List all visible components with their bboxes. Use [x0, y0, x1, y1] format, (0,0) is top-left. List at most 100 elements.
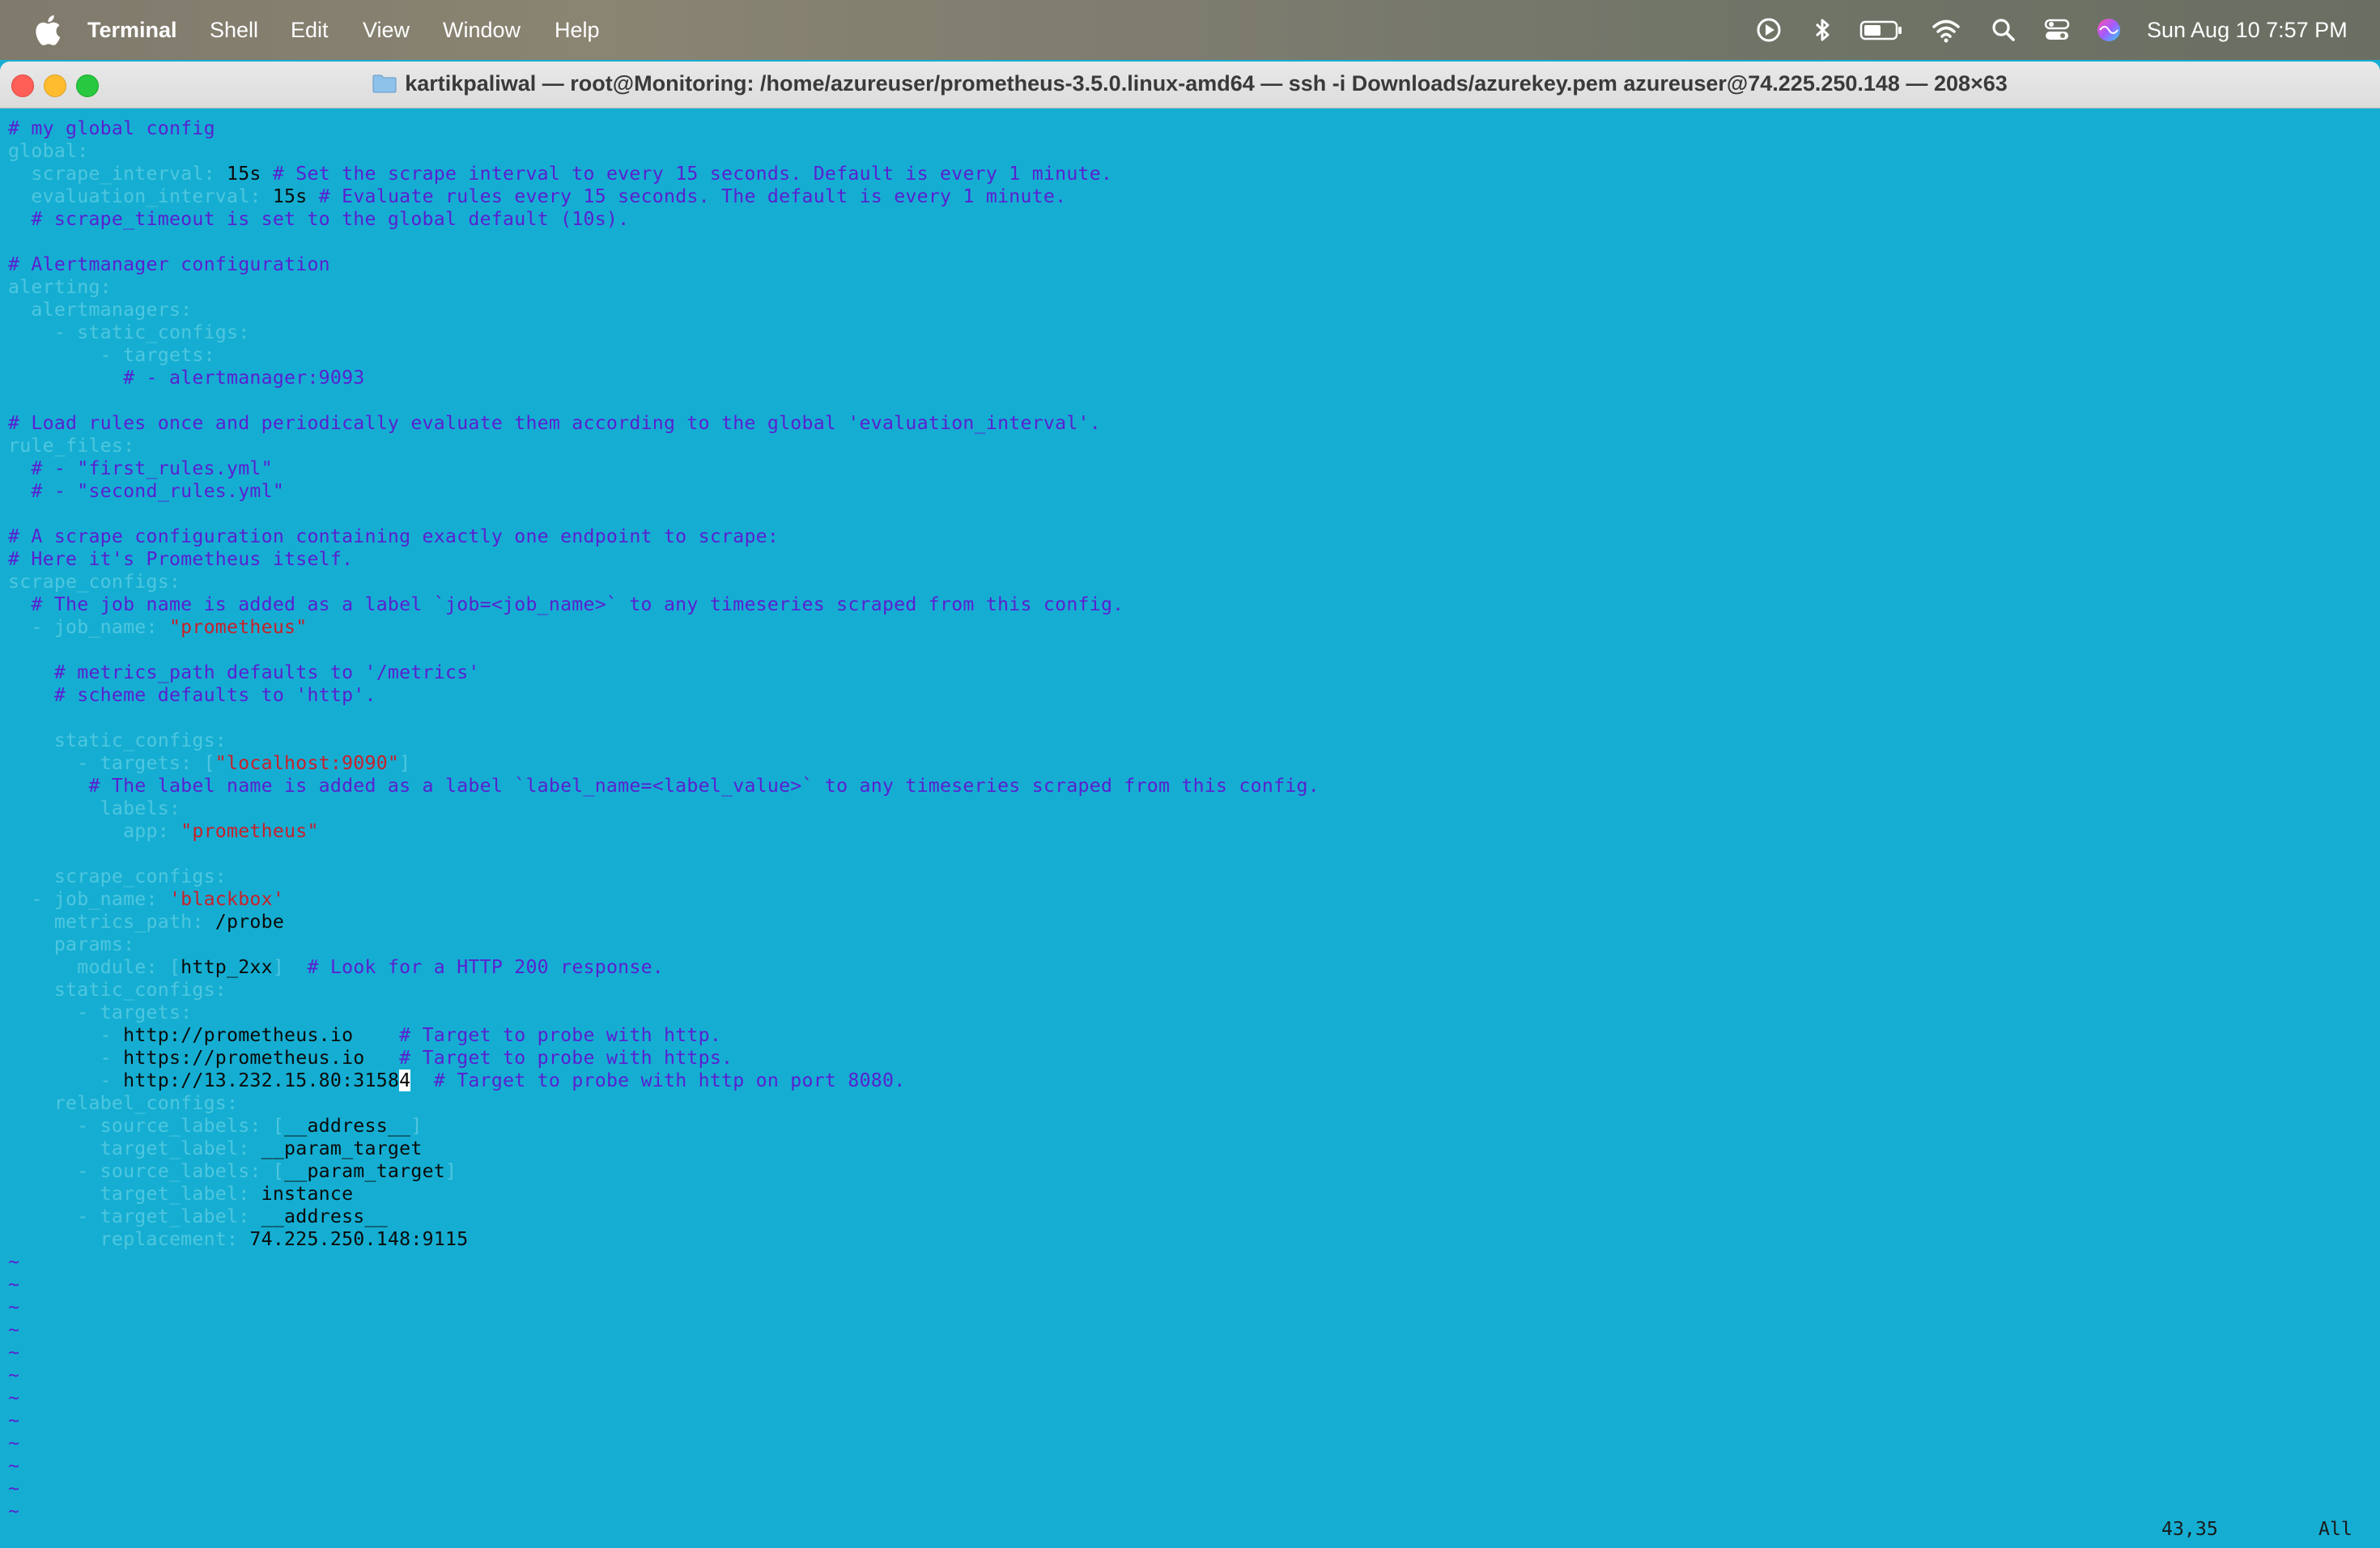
- menu-bar: Terminal Shell Edit View Window Help Sun…: [0, 0, 2380, 60]
- buffer-line[interactable]: scrape_configs:: [8, 865, 227, 888]
- buffer-line[interactable]: - https://prometheus.io # Target to prob…: [8, 1047, 733, 1070]
- now-playing-icon[interactable]: [1753, 15, 1784, 45]
- buffer-line[interactable]: scrape_configs:: [8, 571, 181, 593]
- buffer-token: - static_configs:: [8, 321, 250, 343]
- buffer-line[interactable]: # A scrape configuration containing exac…: [8, 525, 779, 548]
- empty-buffer-line[interactable]: ~: [8, 1455, 19, 1478]
- buffer-line[interactable]: replacement: 74.225.250.148:9115: [8, 1228, 469, 1251]
- buffer-token: ~: [8, 1432, 20, 1454]
- window-titlebar[interactable]: kartikpaliwal — root@Monitoring: /home/a…: [0, 62, 2380, 108]
- buffer-line[interactable]: evaluation_interval: 15s # Evaluate rule…: [8, 185, 1066, 208]
- buffer-token: # - alertmanager:9093: [8, 367, 365, 389]
- empty-buffer-line[interactable]: ~: [8, 1296, 19, 1319]
- buffer-line[interactable]: static_configs:: [8, 729, 227, 752]
- buffer-line[interactable]: # The label name is added as a label `la…: [8, 775, 1320, 797]
- buffer-token: module: [: [8, 956, 181, 978]
- empty-buffer-line[interactable]: ~: [8, 1387, 19, 1410]
- buffer-line[interactable]: - target_label: __address__: [8, 1206, 388, 1228]
- empty-buffer-line[interactable]: ~: [8, 1432, 19, 1455]
- buffer-line[interactable]: - static_configs:: [8, 321, 249, 344]
- battery-icon[interactable]: [1859, 15, 1904, 45]
- menu-clock[interactable]: Sun Aug 10 7:57 PM: [2147, 16, 2348, 44]
- buffer-token: labels:: [8, 797, 181, 819]
- buffer-line[interactable]: # scheme defaults to 'http'.: [8, 684, 376, 707]
- buffer-line[interactable]: static_configs:: [8, 979, 227, 1002]
- menu-app-terminal[interactable]: Terminal: [87, 16, 177, 44]
- buffer-line[interactable]: - http://13.232.15.80:31584 # Target to …: [8, 1070, 905, 1092]
- menu-shell[interactable]: Shell: [210, 16, 258, 44]
- bluetooth-icon[interactable]: [1807, 15, 1838, 45]
- buffer-token: # A scrape configuration containing exac…: [8, 525, 780, 547]
- buffer-line[interactable]: # metrics_path defaults to '/metrics': [8, 661, 480, 684]
- buffer-line[interactable]: - job_name: "prometheus": [8, 616, 307, 639]
- buffer-line[interactable]: rule_files:: [8, 435, 134, 457]
- buffer-line[interactable]: metrics_path: /probe: [8, 911, 284, 933]
- empty-buffer-line[interactable]: ~: [8, 1319, 19, 1342]
- buffer-line[interactable]: # - "first_rules.yml": [8, 457, 273, 480]
- buffer-token: ~: [8, 1319, 20, 1341]
- empty-buffer-line[interactable]: ~: [8, 1274, 19, 1296]
- desktop: Terminal Shell Edit View Window Help Sun…: [0, 0, 2380, 1548]
- empty-buffer-line[interactable]: ~: [8, 1478, 19, 1500]
- menu-help[interactable]: Help: [555, 16, 600, 44]
- siri-icon[interactable]: [2093, 15, 2124, 45]
- buffer-token: - target_label:: [8, 1206, 261, 1227]
- buffer-line[interactable]: alerting:: [8, 276, 112, 299]
- buffer-token: replacement:: [8, 1228, 250, 1250]
- buffer-line[interactable]: # Load rules once and periodically evalu…: [8, 412, 1101, 435]
- buffer-line[interactable]: app: "prometheus": [8, 820, 319, 843]
- empty-buffer-line[interactable]: ~: [8, 1500, 19, 1523]
- buffer-token: target_label:: [8, 1183, 261, 1205]
- spotlight-search-icon[interactable]: [1988, 15, 2019, 45]
- scroll-indicator: All: [2318, 1518, 2352, 1540]
- buffer-line[interactable]: # my global config: [8, 117, 215, 140]
- buffer-token: ~: [8, 1410, 20, 1431]
- buffer-line[interactable]: - targets:: [8, 344, 215, 367]
- buffer-token: ~: [8, 1296, 20, 1318]
- buffer-line[interactable]: global:: [8, 140, 88, 163]
- buffer-line[interactable]: alertmanagers:: [8, 299, 192, 321]
- buffer-line[interactable]: # scrape_timeout is set to the global de…: [8, 208, 629, 231]
- folder-icon: [372, 74, 397, 93]
- empty-buffer-line[interactable]: ~: [8, 1410, 19, 1432]
- buffer-line[interactable]: params:: [8, 933, 134, 956]
- buffer-line[interactable]: relabel_configs:: [8, 1092, 238, 1115]
- buffer-line[interactable]: - source_labels: [__param_target]: [8, 1160, 457, 1183]
- buffer-line[interactable]: # The job name is added as a label `job=…: [8, 593, 1124, 616]
- buffer-token: -: [8, 1047, 124, 1069]
- buffer-line[interactable]: - targets:: [8, 1002, 192, 1024]
- buffer-line[interactable]: # Here it's Prometheus itself.: [8, 548, 353, 571]
- menu-edit[interactable]: Edit: [291, 16, 329, 44]
- buffer-line[interactable]: # - "second_rules.yml": [8, 480, 284, 503]
- buffer-line[interactable]: - http://prometheus.io # Target to probe…: [8, 1024, 721, 1047]
- wifi-icon[interactable]: [1931, 15, 1961, 45]
- buffer-line[interactable]: module: [http_2xx] # Look for a HTTP 200…: [8, 956, 664, 979]
- buffer-token: "prometheus": [168, 616, 308, 638]
- buffer-token: scrape_interval:: [8, 163, 227, 185]
- buffer-token: # metrics_path defaults to '/metrics': [8, 661, 480, 683]
- control-center-icon[interactable]: [2042, 15, 2072, 45]
- buffer-line[interactable]: target_label: __param_target: [8, 1138, 423, 1160]
- vim-buffer[interactable]: # my global config global: scrape_interva…: [0, 108, 2380, 1548]
- buffer-token: ~: [8, 1387, 20, 1409]
- buffer-line[interactable]: labels:: [8, 797, 181, 820]
- buffer-token: scrape_configs:: [8, 865, 227, 887]
- empty-buffer-line[interactable]: ~: [8, 1364, 19, 1387]
- buffer-line[interactable]: # - alertmanager:9093: [8, 367, 365, 389]
- buffer-line[interactable]: - targets: ["localhost:9090"]: [8, 752, 410, 775]
- buffer-line[interactable]: target_label: instance: [8, 1183, 353, 1206]
- buffer-token: /probe: [215, 911, 285, 933]
- buffer-token: app:: [8, 820, 181, 842]
- menu-view[interactable]: View: [363, 16, 410, 44]
- empty-buffer-line[interactable]: ~: [8, 1251, 19, 1274]
- buffer-line[interactable]: # Alertmanager configuration: [8, 253, 330, 276]
- buffer-token: 74.225.250.148:9115: [249, 1228, 469, 1250]
- empty-buffer-line[interactable]: ~: [8, 1342, 19, 1364]
- terminal-window: kartikpaliwal — root@Monitoring: /home/a…: [0, 62, 2380, 1548]
- buffer-line[interactable]: - source_labels: [__address__]: [8, 1115, 423, 1138]
- apple-logo-icon[interactable]: [32, 14, 62, 46]
- menu-window[interactable]: Window: [443, 16, 521, 44]
- buffer-line[interactable]: - job_name: 'blackbox': [8, 888, 284, 911]
- buffer-line[interactable]: scrape_interval: 15s # Set the scrape in…: [8, 163, 1112, 185]
- buffer-token: -: [8, 1070, 124, 1091]
